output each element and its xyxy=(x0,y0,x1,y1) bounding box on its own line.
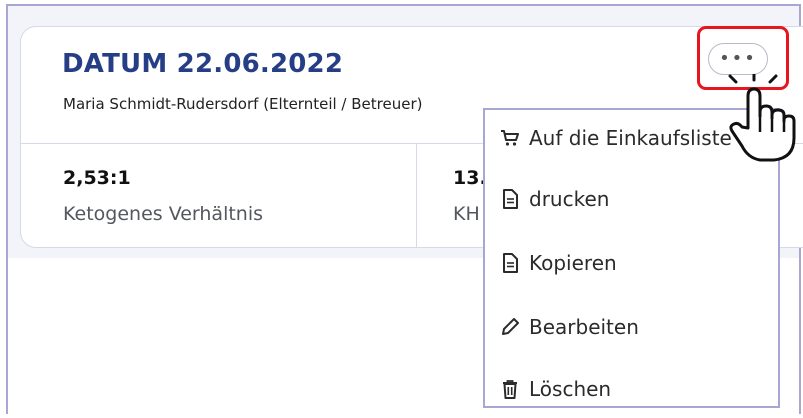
card-subtitle: Maria Schmidt-Rudersdorf (Elternteil / B… xyxy=(63,95,423,113)
menu-item-label: Auf die Einkaufsliste xyxy=(529,126,732,150)
menu-item-add-to-shopping-list[interactable]: Auf die Einkaufsliste xyxy=(499,118,732,158)
document-icon xyxy=(499,188,521,210)
menu-item-delete[interactable]: Löschen xyxy=(499,369,611,409)
menu-item-label: Löschen xyxy=(529,377,612,401)
menu-item-edit[interactable]: Bearbeiten xyxy=(499,307,639,347)
menu-item-label: Bearbeiten xyxy=(529,315,639,339)
menu-item-label: drucken xyxy=(529,187,610,211)
document-icon xyxy=(499,252,521,274)
menu-item-copy[interactable]: Kopieren xyxy=(499,243,617,283)
more-options-button[interactable]: ••• xyxy=(708,43,768,75)
pencil-icon xyxy=(499,316,521,338)
cart-icon xyxy=(499,127,521,149)
hand-pointer-cursor-icon xyxy=(724,72,800,164)
card-title: DATUM 22.06.2022 xyxy=(62,49,344,79)
metric-ketogenic-ratio: 2,53:1 Ketogenes Verhältnis xyxy=(63,167,263,225)
ellipsis-icon: ••• xyxy=(719,48,757,69)
metric-label: Ketogenes Verhältnis xyxy=(63,203,264,225)
menu-item-print[interactable]: drucken xyxy=(499,179,609,219)
metric-column-divider xyxy=(416,144,417,247)
metric-value: 2,53:1 xyxy=(63,167,131,189)
menu-item-label: Kopieren xyxy=(529,251,617,275)
trash-icon xyxy=(499,378,521,400)
